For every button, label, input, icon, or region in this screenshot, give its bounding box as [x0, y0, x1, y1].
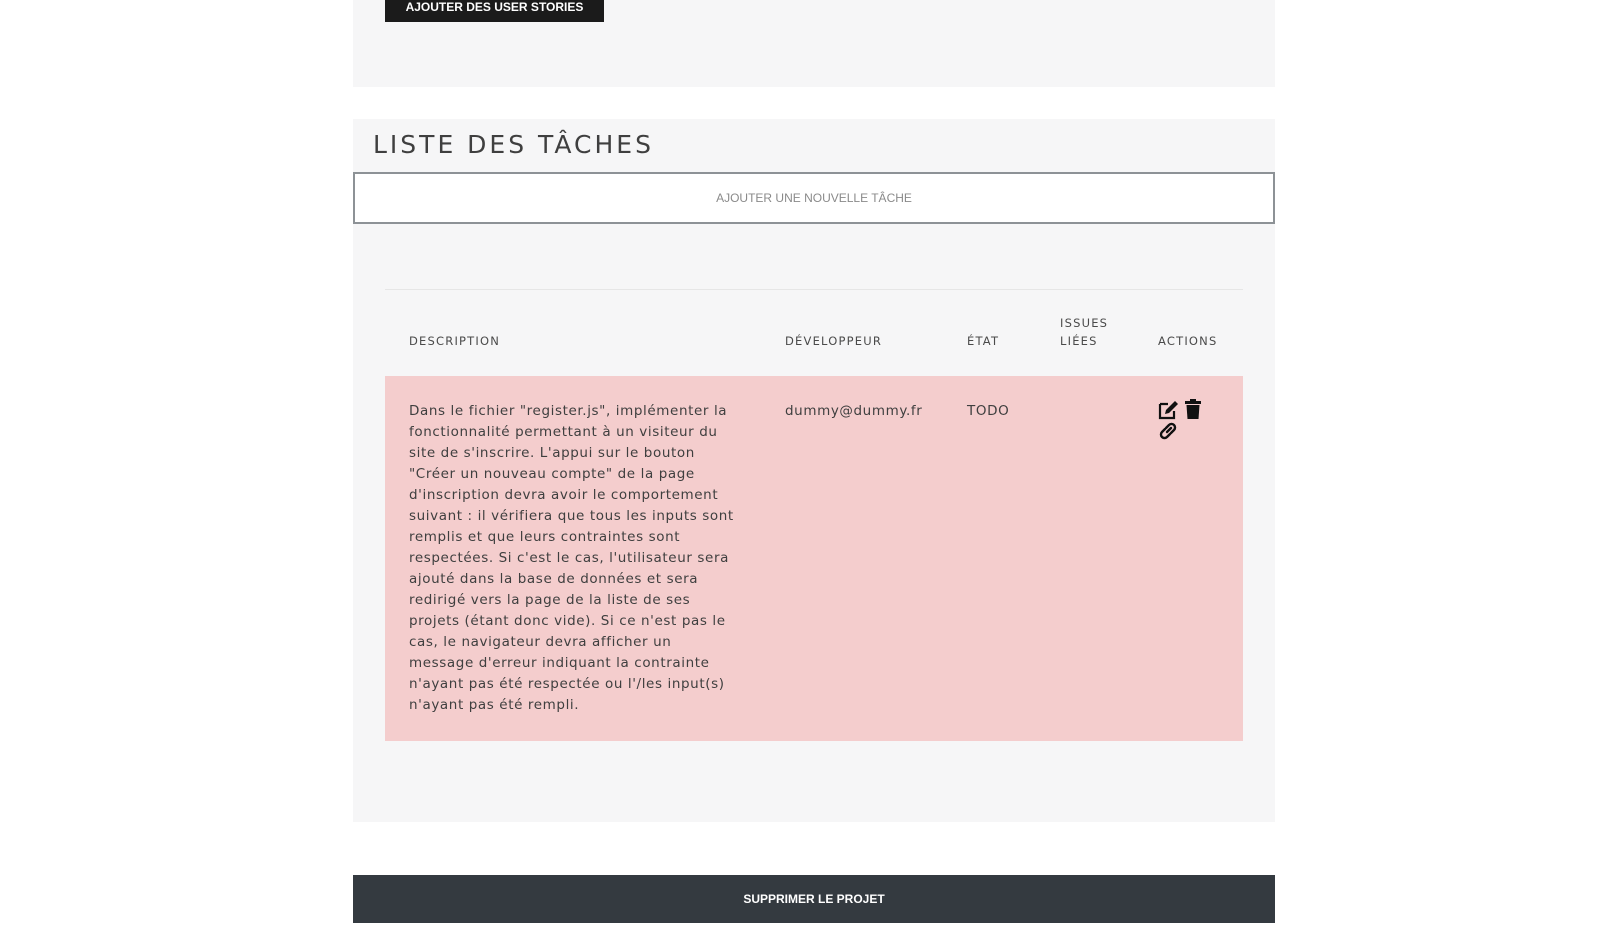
add-user-stories-button[interactable]: AJOUTER DES USER STORIES — [385, 0, 604, 22]
add-task-button[interactable]: AJOUTER UNE NOUVELLE TÂCHE — [353, 172, 1275, 224]
edit-icon[interactable] — [1158, 400, 1180, 420]
table-divider — [385, 289, 1243, 290]
column-header-developer: DÉVELOPPEUR — [785, 334, 883, 348]
tasks-panel: LISTE DES TÂCHES AJOUTER UNE NOUVELLE TÂ… — [353, 119, 1275, 822]
column-header-state: ÉTAT — [967, 334, 1000, 348]
column-header-description: DESCRIPTION — [409, 334, 501, 348]
task-developer: dummy@dummy.fr — [785, 403, 923, 419]
trash-icon[interactable] — [1184, 399, 1202, 419]
table-row: Dans le fichier "register.js", implément… — [385, 376, 1243, 741]
user-stories-panel: AJOUTER DES USER STORIES — [353, 0, 1275, 87]
column-header-actions: ACTIONS — [1158, 334, 1218, 348]
link-icon[interactable] — [1158, 421, 1178, 441]
task-description: Dans le fichier "register.js", implément… — [409, 403, 734, 713]
column-header-linked-issues: ISSUES LIÉES — [1060, 316, 1109, 348]
tasks-title: LISTE DES TÂCHES — [373, 130, 654, 159]
delete-project-button[interactable]: SUPPRIMER LE PROJET — [353, 875, 1275, 923]
task-state: TODO — [967, 403, 1010, 419]
